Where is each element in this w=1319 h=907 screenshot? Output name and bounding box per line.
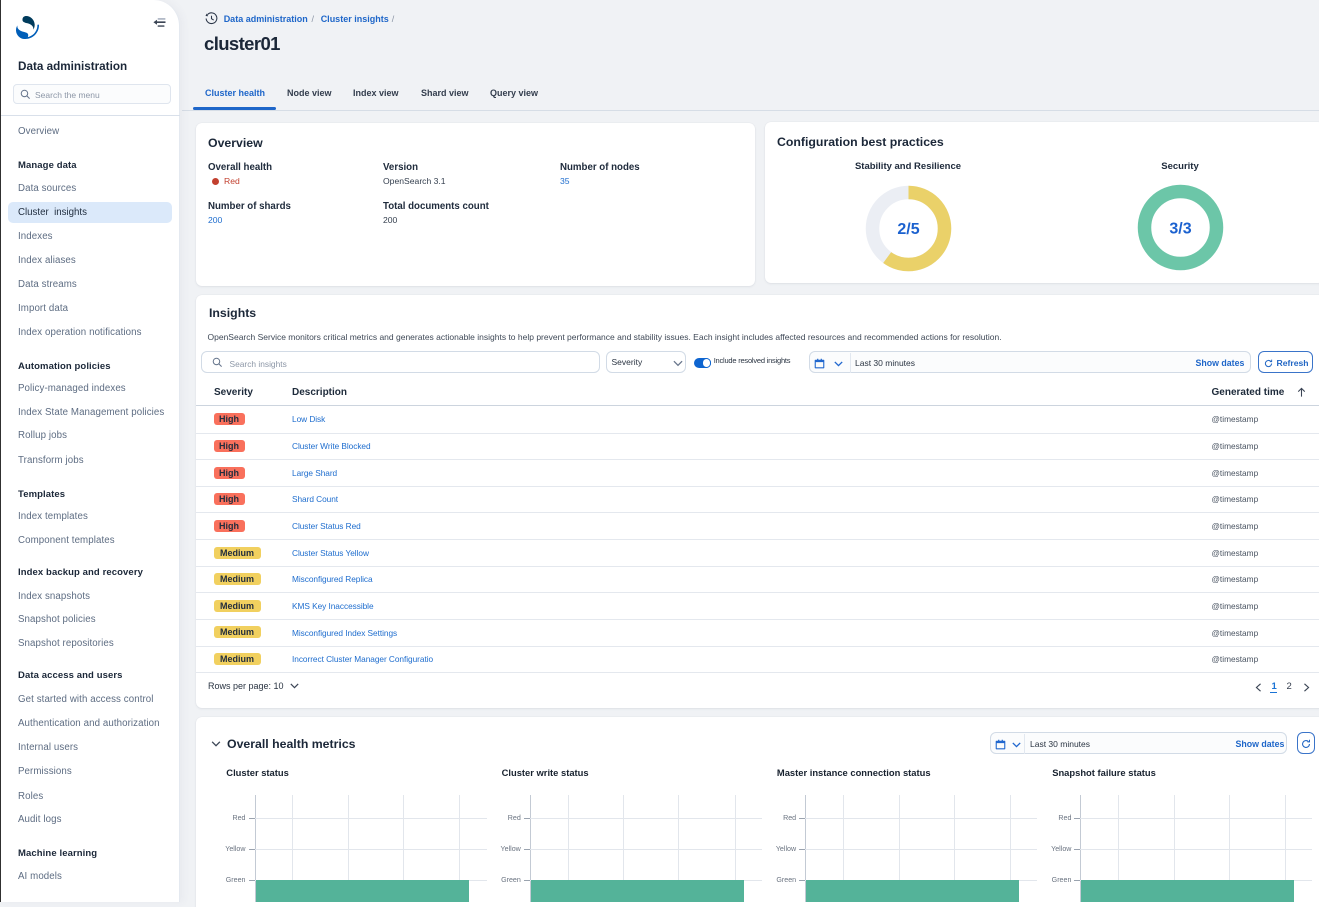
svg-text:3/3: 3/3 [1169, 220, 1191, 237]
svg-text:2/5: 2/5 [897, 221, 919, 238]
